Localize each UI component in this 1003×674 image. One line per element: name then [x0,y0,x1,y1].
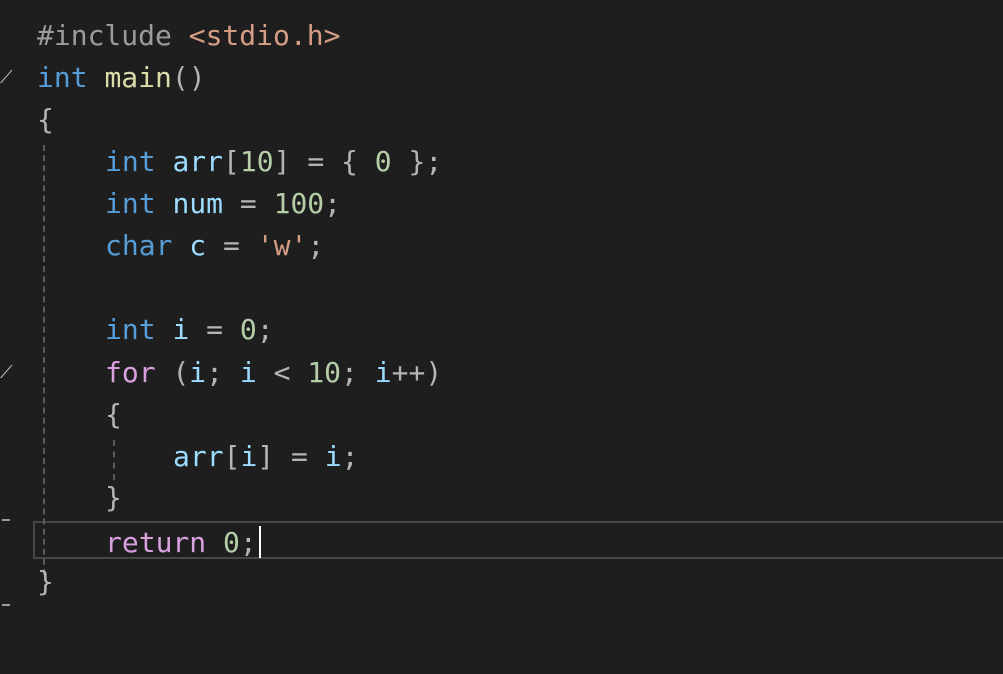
function-name: main [104,61,172,94]
fold-collapse-icon[interactable]: ⟋ [0,67,13,88]
control-keyword: for [105,356,156,389]
variable: i [239,356,257,389]
code-line-9[interactable]: for (i; i < 10; i++) [105,352,442,394]
code-line-5[interactable]: int num = 100; [105,183,341,225]
indent-guide-main [43,145,45,575]
code-line-8[interactable]: int i = 0; [105,309,274,351]
semicolon: ; [206,356,224,389]
code-editor[interactable]: ⟋ ⟋ #include <stdio.h> int main() { int … [0,0,1003,674]
variable: i [172,313,190,346]
include-directive: #include [37,19,172,52]
control-keyword: return [105,526,207,559]
open-brace: { [105,398,122,431]
type-keyword: int [105,145,156,178]
operator: = [307,145,325,178]
code-line-6[interactable]: char c = 'w'; [105,225,324,267]
operator: = [239,187,257,220]
close-brace: } [37,565,54,598]
fold-collapse-icon[interactable]: ⟋ [0,362,13,383]
semicolon: ; [341,356,358,389]
number-literal: 0 [239,313,257,346]
code-line-2[interactable]: int main() [37,57,206,99]
increment-operator: ++) [391,356,443,389]
char-literal: w [273,229,291,262]
type-keyword: int [105,187,156,220]
code-line-14[interactable]: } [37,561,54,603]
char-quote: ' [290,229,308,262]
open-brace: { [37,103,54,136]
code-line-3[interactable]: { [37,99,54,141]
operator: = [206,313,224,346]
number-literal: 0 [374,145,392,178]
code-line-11[interactable]: arr[i] = i; [173,436,358,478]
number-literal: 10 [307,356,342,389]
semicolon: ; [239,526,257,559]
bracket: [ [223,440,241,473]
variable: arr [172,145,224,178]
paren: ( [172,356,190,389]
code-line-12[interactable]: } [105,477,122,519]
semicolon: ; [307,229,325,262]
variable: i [374,356,392,389]
index-variable: i [240,440,258,473]
bracket: [ [223,145,240,178]
semicolon: ; [256,313,274,346]
close-brace: } [105,481,122,514]
code-line-13[interactable]: return 0; [105,522,257,564]
variable: i [324,440,342,473]
number-literal: 10 [239,145,274,178]
operator: < [273,356,291,389]
parens: () [171,61,206,94]
brace: }; [408,145,443,178]
text-caret [259,526,261,558]
operator: = [223,229,240,262]
variable: arr [173,440,224,473]
type-keyword: int [37,61,88,94]
fold-end-marker [2,604,10,606]
operator: = [291,440,308,473]
semicolon: ; [341,440,359,473]
brace: { [341,145,358,178]
number-literal: 0 [223,526,240,559]
type-keyword: char [105,229,173,262]
bracket: ] [257,440,275,473]
code-line-1[interactable]: #include <stdio.h> [37,15,340,57]
bracket: ] [273,145,291,178]
include-header: <stdio.h> [188,19,341,52]
fold-end-marker [2,519,10,521]
code-line-4[interactable]: int arr[10] = { 0 }; [105,141,442,183]
indent-guide-for [113,440,115,480]
variable: c [189,229,207,262]
variable: num [172,187,224,220]
number-literal: 100 [273,187,325,220]
char-quote: ' [256,229,274,262]
variable: i [189,356,207,389]
code-line-10[interactable]: { [105,394,122,436]
type-keyword: int [105,313,156,346]
semicolon: ; [324,187,342,220]
